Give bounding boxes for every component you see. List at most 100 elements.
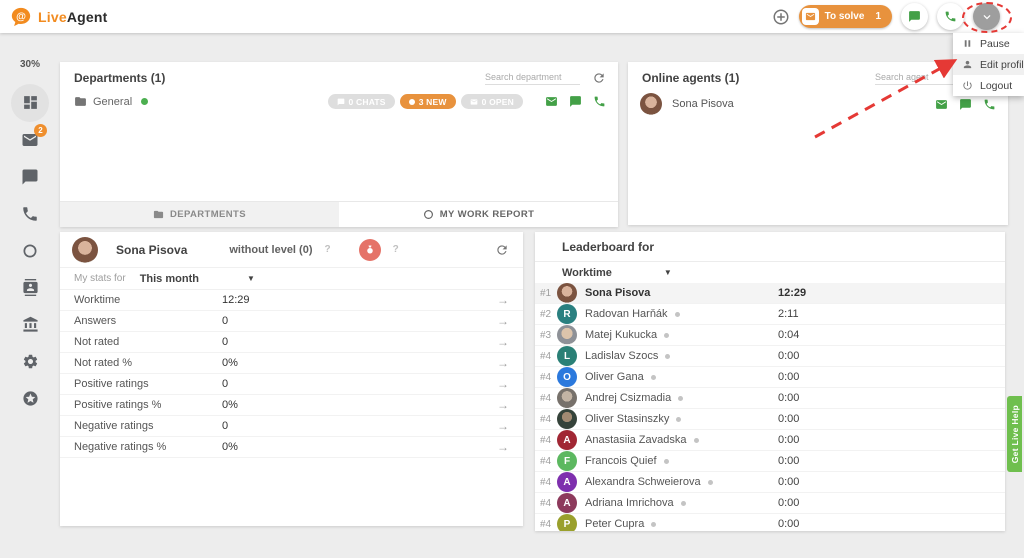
stats-for-label: My stats for bbox=[74, 273, 126, 284]
rank-label: #4 bbox=[540, 498, 557, 509]
leaderboard-list: #1 Sona Pisova 12:29 #2 R Radovan Harňák… bbox=[535, 283, 1005, 531]
phone-icon[interactable] bbox=[593, 95, 606, 108]
status-dot bbox=[678, 396, 683, 401]
agent-avatar bbox=[557, 388, 577, 408]
caret-down-icon[interactable]: ▼ bbox=[664, 268, 672, 277]
arrow-right-icon: → bbox=[497, 335, 509, 349]
rank-label: #4 bbox=[540, 435, 557, 446]
leaderboard-row: #4 O Oliver Gana 0:00 bbox=[535, 367, 1005, 388]
mail-icon[interactable] bbox=[935, 98, 948, 111]
leaderboard-row: #4 A Adriana Imrichova 0:00 bbox=[535, 493, 1005, 514]
stat-value: 0 bbox=[222, 336, 497, 348]
leaderboard-row: #2 R Radovan Harňák 2:11 bbox=[535, 304, 1005, 325]
period-select[interactable]: This month bbox=[140, 273, 199, 285]
search-department-input[interactable] bbox=[485, 70, 580, 85]
avatar bbox=[72, 237, 98, 263]
agent-name: Sona Pisova bbox=[116, 243, 187, 257]
stat-row[interactable]: Not rated % 0% → bbox=[60, 353, 523, 374]
rank-label: #2 bbox=[540, 309, 557, 320]
worktime-value: 0:04 bbox=[778, 329, 799, 341]
user-menu: Pause Edit profile Logout bbox=[953, 33, 1024, 96]
sidebar-item-chats[interactable] bbox=[0, 158, 60, 195]
sidebar-item-dashboard[interactable] bbox=[0, 84, 60, 121]
to-solve-label: To solve bbox=[825, 11, 865, 22]
caret-down-icon[interactable]: ▼ bbox=[247, 274, 255, 283]
leaderboard-row: #4 F Francois Quief 0:00 bbox=[535, 451, 1005, 472]
status-dot bbox=[664, 333, 669, 338]
rank-label: #4 bbox=[540, 519, 557, 530]
chat-icon bbox=[908, 10, 921, 23]
chats-button[interactable] bbox=[901, 3, 928, 30]
to-solve-button[interactable]: To solve 1 bbox=[799, 5, 892, 28]
stat-row[interactable]: Positive ratings 0 → bbox=[60, 374, 523, 395]
sidebar-item-tickets[interactable]: 2 bbox=[0, 121, 60, 158]
phone-icon bbox=[944, 10, 957, 23]
sidebar-item-status[interactable] bbox=[0, 232, 60, 269]
chat-icon[interactable] bbox=[959, 98, 972, 111]
rank-label: #4 bbox=[540, 477, 557, 488]
leaderboard-row: #4 A Anastasiia Zavadska 0:00 bbox=[535, 430, 1005, 451]
panel-title: Departments (1) bbox=[74, 71, 485, 85]
online-agents-panel: Online agents (1) Sona Pisova bbox=[628, 62, 1008, 225]
rank-label: #3 bbox=[540, 330, 557, 341]
help-icon[interactable]: ? bbox=[393, 244, 399, 255]
get-live-help-button[interactable]: Get Live Help bbox=[1007, 396, 1022, 472]
add-icon[interactable] bbox=[772, 8, 790, 26]
leaderboard-panel: Leaderboard for Worktime ▼ #1 Sona Pisov… bbox=[535, 232, 1005, 531]
tab-my-work-report[interactable]: MY WORK REPORT bbox=[339, 202, 618, 227]
sidebar-item-calls[interactable] bbox=[0, 195, 60, 232]
sidebar-item-billing[interactable] bbox=[0, 306, 60, 343]
calls-button[interactable] bbox=[937, 3, 964, 30]
mail-icon[interactable] bbox=[545, 95, 558, 108]
stat-row[interactable]: Negative ratings % 0% → bbox=[60, 437, 523, 458]
sidebar-item-settings[interactable] bbox=[0, 343, 60, 380]
agent-name: Alexandra Schweierova bbox=[585, 476, 701, 488]
rank-label: #4 bbox=[540, 456, 557, 467]
status-dot bbox=[681, 501, 686, 506]
phone-icon[interactable] bbox=[983, 98, 996, 111]
leaderboard-row: #4 A Alexandra Schweierova 0:00 bbox=[535, 472, 1005, 493]
worktime-value: 0:00 bbox=[778, 392, 799, 404]
stat-row[interactable]: Positive ratings % 0% → bbox=[60, 395, 523, 416]
agent-row[interactable]: Sona Pisova bbox=[628, 89, 1008, 119]
topbar-actions: To solve 1 bbox=[772, 0, 1000, 33]
stats-list: Worktime 12:29 → Answers 0 → Not rated 0… bbox=[60, 290, 523, 458]
menu-item-edit-profile[interactable]: Edit profile bbox=[953, 54, 1024, 75]
liveagent-logo[interactable]: @ LiveAgent bbox=[10, 6, 108, 28]
worktime-value: 0:00 bbox=[778, 476, 799, 488]
stat-row[interactable]: Not rated 0 → bbox=[60, 332, 523, 353]
tab-departments[interactable]: DEPARTMENTS bbox=[60, 202, 339, 227]
rank-label: #4 bbox=[540, 393, 557, 404]
phone-icon bbox=[11, 195, 49, 233]
power-icon bbox=[962, 80, 973, 91]
agent-avatar: A bbox=[557, 430, 577, 450]
worktime-value: 0:00 bbox=[778, 371, 799, 383]
refresh-icon[interactable] bbox=[495, 243, 509, 257]
stat-row[interactable]: Answers 0 → bbox=[60, 311, 523, 332]
refresh-icon[interactable] bbox=[592, 71, 606, 85]
bank-icon bbox=[11, 306, 49, 344]
agent-name: Matej Kukucka bbox=[585, 329, 657, 341]
menu-item-logout[interactable]: Logout bbox=[953, 75, 1024, 96]
leaderboard-row: #1 Sona Pisova 12:29 bbox=[535, 283, 1005, 304]
chat-icon[interactable] bbox=[569, 95, 582, 108]
worktime-value: 0:00 bbox=[778, 497, 799, 509]
menu-item-label: Logout bbox=[980, 80, 1012, 92]
dashboard-icon bbox=[11, 84, 49, 122]
stat-value: 12:29 bbox=[222, 294, 497, 306]
agent-avatar bbox=[557, 325, 577, 345]
new-chip: 3 NEW bbox=[400, 94, 456, 109]
sidebar-item-gamification[interactable] bbox=[0, 380, 60, 417]
department-row[interactable]: General 0 CHATS 3 NEW 0 OPEN bbox=[60, 89, 618, 114]
chat-icon bbox=[11, 158, 49, 196]
help-icon[interactable]: ? bbox=[325, 244, 331, 255]
menu-item-pause[interactable]: Pause bbox=[953, 33, 1024, 54]
stat-row[interactable]: Negative ratings 0 → bbox=[60, 416, 523, 437]
metric-select[interactable]: Worktime bbox=[562, 267, 612, 279]
sidebar-item-contacts[interactable] bbox=[0, 269, 60, 306]
stat-row[interactable]: Worktime 12:29 → bbox=[60, 290, 523, 311]
agent-avatar: L bbox=[557, 346, 577, 366]
profile-menu-button[interactable] bbox=[973, 3, 1000, 30]
agent-name: Adriana Imrichova bbox=[585, 497, 674, 509]
arrow-right-icon: → bbox=[497, 398, 509, 412]
